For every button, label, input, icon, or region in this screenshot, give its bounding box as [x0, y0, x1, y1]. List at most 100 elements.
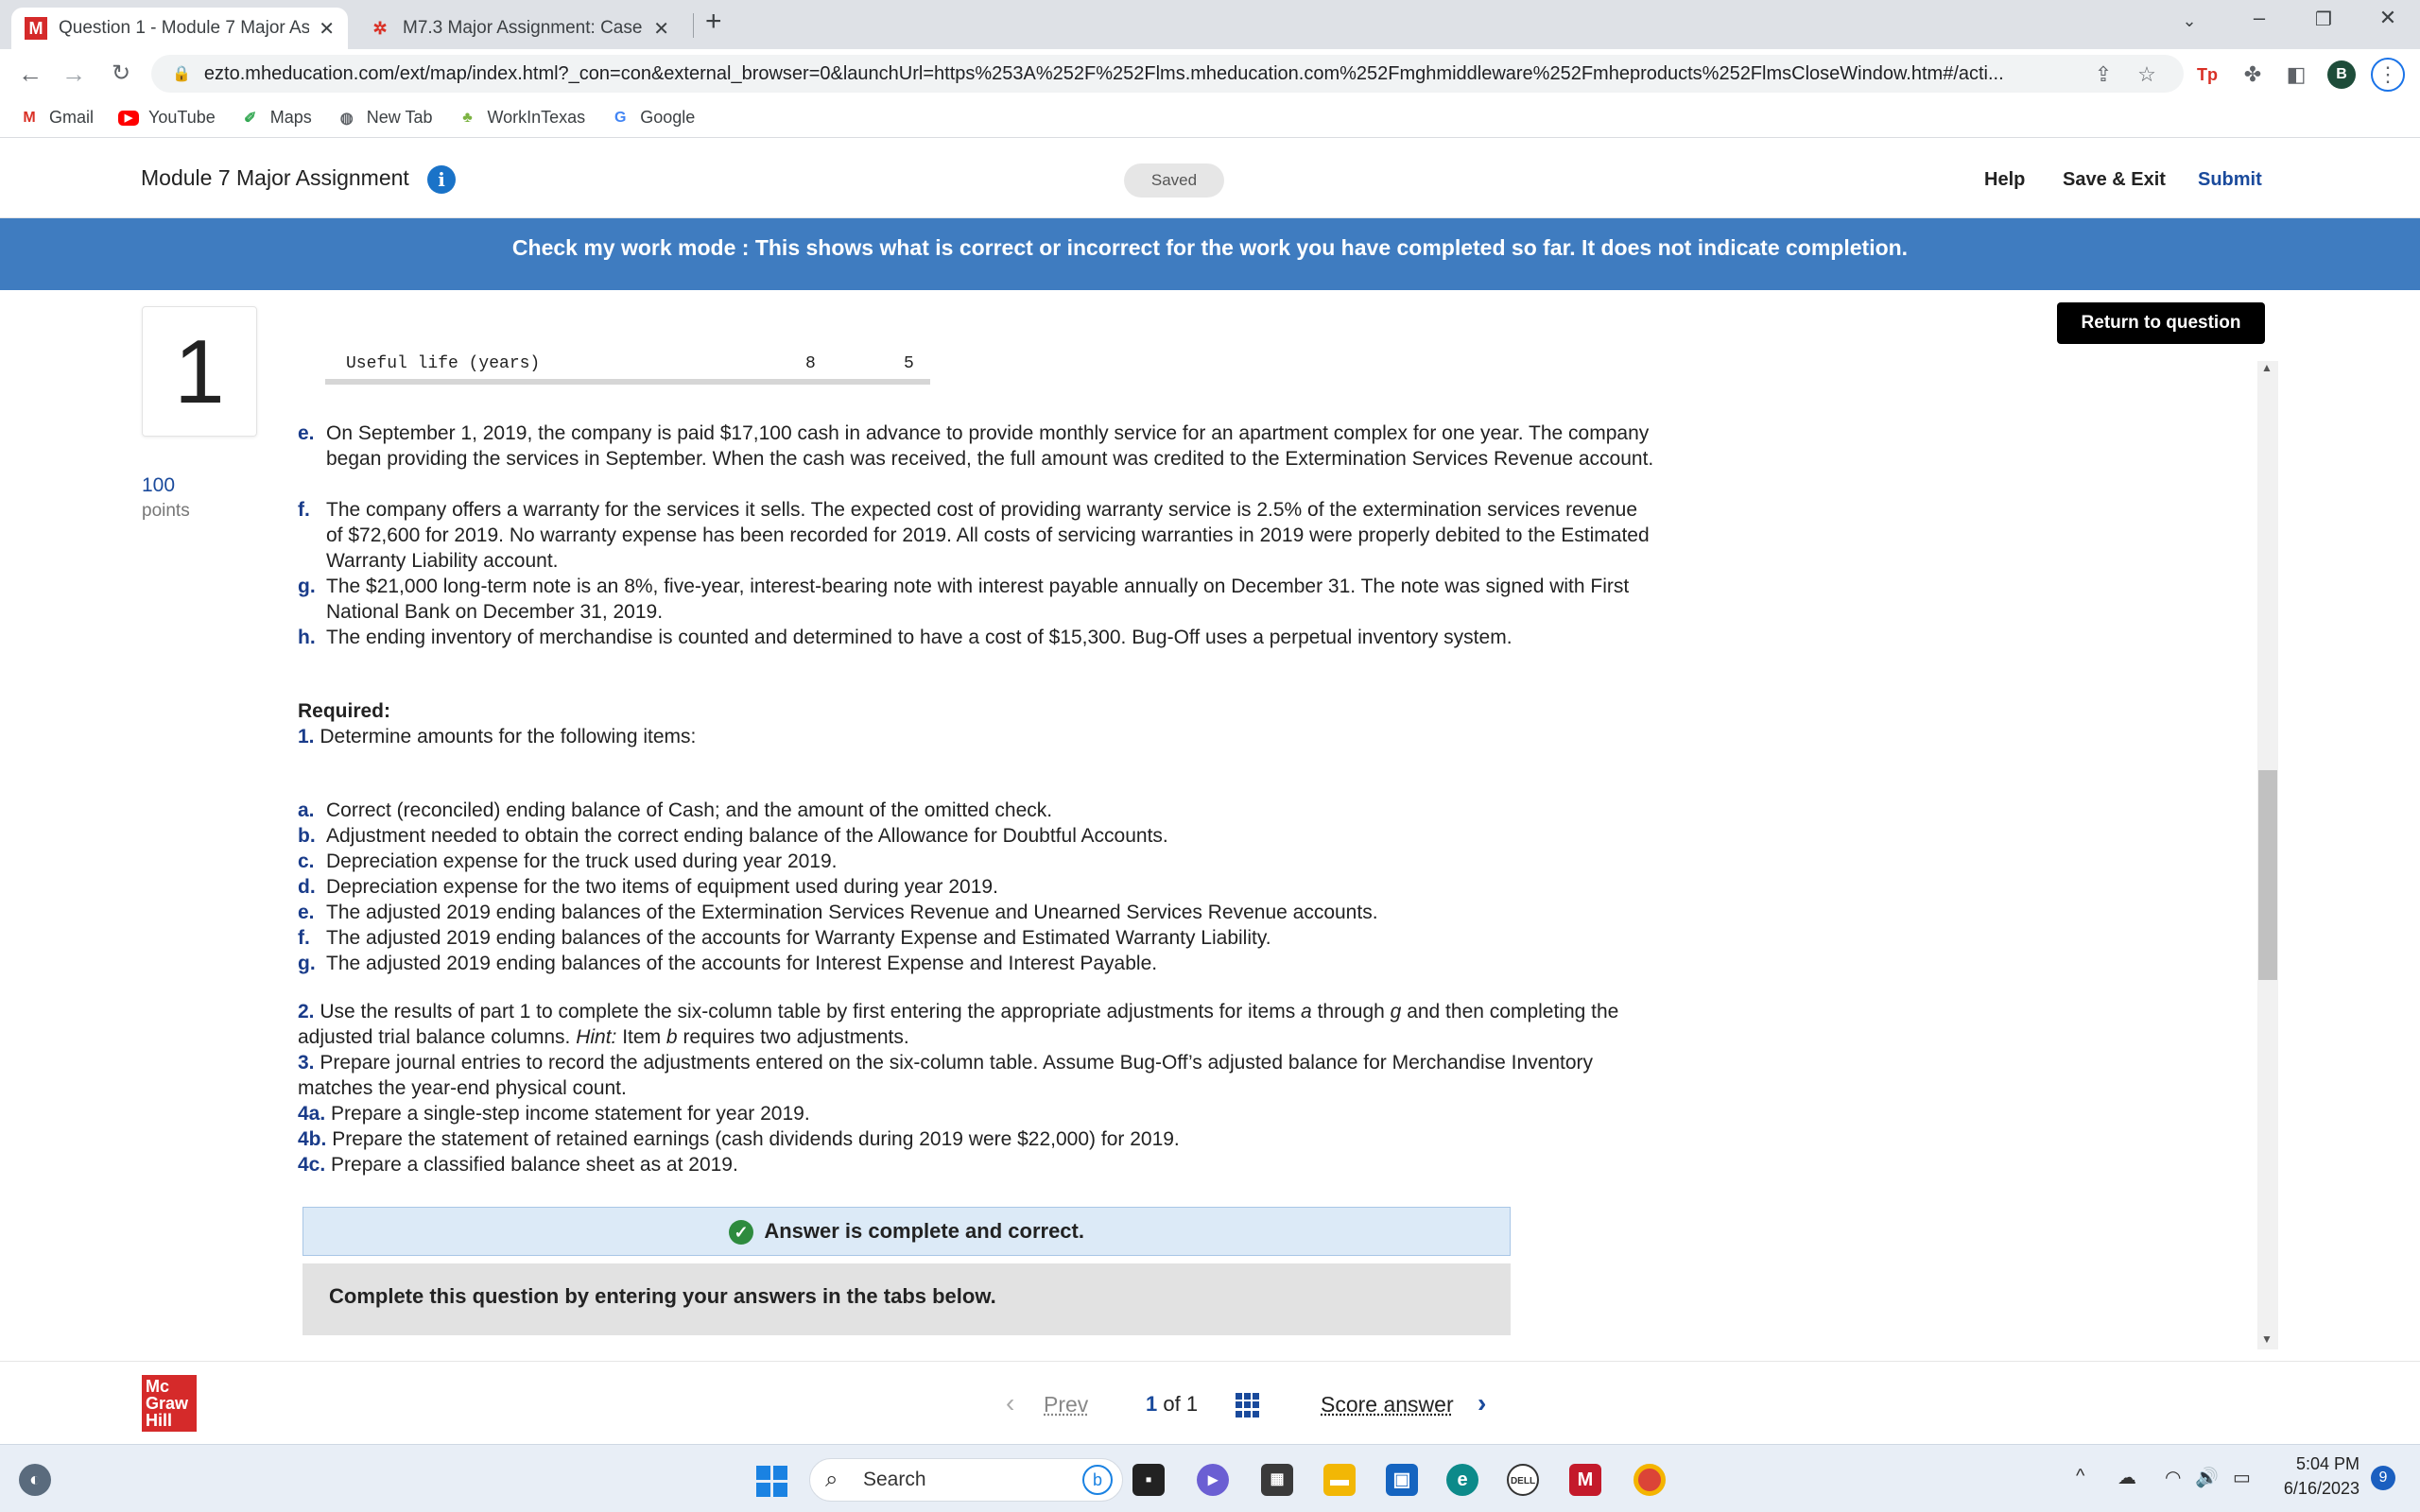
bookmark-maps[interactable]: ✐ Maps	[240, 108, 312, 129]
chevron-right-icon[interactable]: ›	[1478, 1388, 1486, 1418]
google-icon: G	[614, 109, 627, 126]
scroll-down-icon[interactable]: ▼	[2261, 1332, 2273, 1346]
assignment-header: Module 7 Major Assignment i Saved Help S…	[0, 139, 2420, 218]
side-panel-icon[interactable]: ◧	[2282, 60, 2310, 89]
reload-icon[interactable]: ↻	[106, 59, 136, 89]
bookmark-star-icon[interactable]: ☆	[2133, 60, 2161, 89]
wifi-icon[interactable]: ◠	[2165, 1466, 2181, 1489]
question-grid-icon[interactable]	[1236, 1393, 1260, 1418]
volume-icon[interactable]: 🔊	[2195, 1466, 2219, 1489]
windows-start-icon[interactable]	[754, 1464, 787, 1497]
chrome-icon[interactable]	[1634, 1464, 1666, 1496]
bookmark-youtube[interactable]: ▶ YouTube	[118, 108, 216, 128]
tab-search-chevron-icon[interactable]: ⌄	[2170, 11, 2208, 31]
mcgraw-hill-favicon-icon: M	[25, 17, 47, 40]
new-tab-icon[interactable]: +	[705, 6, 722, 38]
info-icon[interactable]: i	[427, 165, 456, 194]
useful-life-row: Useful life (years) 8 5	[325, 345, 930, 385]
tab-title: Question 1 - Module 7 Major As	[59, 18, 310, 38]
task-view-icon[interactable]: ▪	[1132, 1464, 1165, 1496]
tab-title: M7.3 Major Assignment: Case An	[403, 18, 645, 38]
extensions-puzzle-icon[interactable]: ✤	[2238, 60, 2267, 89]
useful-life-value-2: 5	[904, 354, 914, 373]
tab-divider	[693, 13, 694, 38]
minimize-icon[interactable]: –	[2240, 6, 2278, 30]
bing-icon: b	[1082, 1465, 1113, 1495]
bookmark-google[interactable]: G Google	[610, 108, 695, 129]
edge-icon[interactable]: e	[1446, 1464, 1478, 1496]
url-text: ezto.mheducation.com/ext/map/index.html?…	[203, 62, 2004, 84]
teams-chat-icon[interactable]: ▸	[1197, 1464, 1229, 1496]
onedrive-icon[interactable]: ☁	[2118, 1466, 2136, 1489]
forward-arrow-icon[interactable]: →	[59, 59, 89, 89]
scroll-up-icon[interactable]: ▲	[2261, 361, 2273, 374]
browser-tab-strip: M Question 1 - Module 7 Major As ✕ ✲ M7.…	[0, 0, 2420, 49]
sub-item-c: c. Depreciation expense for the truck use…	[298, 850, 838, 872]
battery-icon[interactable]: ▭	[2233, 1466, 2251, 1489]
check-my-work-banner: Check my work mode : This shows what is …	[0, 218, 2420, 290]
bookmark-workintexas[interactable]: ♣ WorkInTexas	[457, 108, 585, 129]
tray-chevron-up-icon[interactable]: ^	[2076, 1466, 2084, 1487]
globe-icon: ◍	[339, 110, 354, 127]
lock-icon: 🔒	[172, 66, 191, 82]
close-tab-icon[interactable]: ✕	[653, 17, 669, 41]
address-bar[interactable]: 🔒 ezto.mheducation.com/ext/map/index.htm…	[151, 55, 2184, 93]
chrome-menu-icon[interactable]: ⋮	[2371, 58, 2405, 92]
question-number: 1	[142, 306, 257, 437]
page-indicator: 1 of 1	[1146, 1392, 1199, 1416]
return-to-question-button[interactable]: Return to question	[2057, 302, 2265, 344]
score-answer-link[interactable]: Score answer	[1321, 1392, 1454, 1418]
question-content: Useful life (years) 8 5 e. On September …	[284, 345, 2259, 1347]
requirement-2: 2. Use the results of part 1 to complete…	[298, 1001, 1619, 1048]
clock-date[interactable]: 6/16/2023	[2265, 1479, 2360, 1499]
sub-item-a: a. Correct (reconciled) ending balance of…	[298, 799, 1053, 821]
gmail-icon: M	[23, 109, 36, 126]
window-close-icon[interactable]: ✕	[2369, 6, 2407, 30]
minecraft-icon[interactable]: ▦	[1261, 1464, 1293, 1496]
sub-item-f: f. The adjusted 2019 ending balances of t…	[298, 927, 1271, 949]
tab-question-1[interactable]: M Question 1 - Module 7 Major As ✕	[11, 8, 348, 49]
bookmarks-bar: M Gmail ▶ YouTube ✐ Maps ◍ New Tab ♣ WorkInTe…	[0, 98, 2420, 138]
weather-icon[interactable]: ◐	[19, 1464, 51, 1496]
dell-icon[interactable]: DELL	[1507, 1464, 1539, 1496]
requirement-3: 3. Prepare journal entries to record the…	[298, 1052, 1594, 1099]
close-tab-icon[interactable]: ✕	[319, 17, 335, 41]
share-icon[interactable]: ⇪	[2089, 60, 2118, 89]
list-item-f: f. The company offers a warranty for the…	[298, 499, 1650, 572]
useful-life-value-1: 8	[805, 354, 816, 373]
taskbar-search-input[interactable]: ⌕ Search b	[809, 1458, 1123, 1502]
save-exit-link[interactable]: Save & Exit	[2063, 169, 2166, 191]
list-item-g: g. The $21,000 long-term note is an 8%, …	[298, 576, 1630, 623]
required-heading: Required:	[298, 700, 391, 722]
assignment-title: Module 7 Major Assignment	[141, 165, 409, 190]
clock-time[interactable]: 5:04 PM	[2284, 1454, 2360, 1474]
chevron-left-icon[interactable]: ‹	[1006, 1388, 1014, 1418]
requirement-4c: 4c. Prepare a classified balance sheet a…	[298, 1154, 738, 1176]
youtube-icon: ▶	[118, 110, 140, 126]
prev-link[interactable]: Prev	[1044, 1392, 1088, 1418]
microsoft-store-icon[interactable]: ▣	[1386, 1464, 1418, 1496]
checkmark-icon: ✓	[729, 1220, 754, 1246]
mcafee-icon[interactable]: M	[1569, 1464, 1601, 1496]
tab-m73-assignment[interactable]: ✲ M7.3 Major Assignment: Case An ✕	[355, 8, 683, 49]
profile-avatar[interactable]: B	[2327, 60, 2356, 89]
help-link[interactable]: Help	[1984, 169, 2025, 191]
bookmark-gmail[interactable]: M Gmail	[19, 108, 94, 129]
bookmark-new-tab[interactable]: ◍ New Tab	[337, 108, 433, 129]
file-explorer-icon[interactable]: ▬	[1323, 1464, 1356, 1496]
extension-tp-icon[interactable]: Tp	[2193, 60, 2221, 89]
submit-link[interactable]: Submit	[2198, 169, 2262, 191]
back-arrow-icon[interactable]: ←	[15, 59, 45, 89]
restore-icon[interactable]: ❐	[2305, 8, 2342, 31]
scrollbar-thumb[interactable]	[2258, 770, 2277, 980]
sub-item-g: g. The adjusted 2019 ending balances of t…	[298, 953, 1158, 974]
question-footer: Mc Graw Hill ‹ Prev 1 of 1 Score answer …	[0, 1361, 2420, 1444]
points-value: 100	[142, 474, 176, 496]
points-label: points	[142, 501, 190, 521]
sub-item-e: e. The adjusted 2019 ending balances of t…	[298, 902, 1378, 923]
notification-badge[interactable]: 9	[2371, 1466, 2395, 1490]
saved-status-badge: Saved	[1124, 163, 1224, 198]
useful-life-label: Useful life (years)	[346, 354, 541, 373]
answer-status-text: Answer is complete and correct.	[764, 1219, 1084, 1243]
search-icon: ⌕	[825, 1467, 838, 1492]
